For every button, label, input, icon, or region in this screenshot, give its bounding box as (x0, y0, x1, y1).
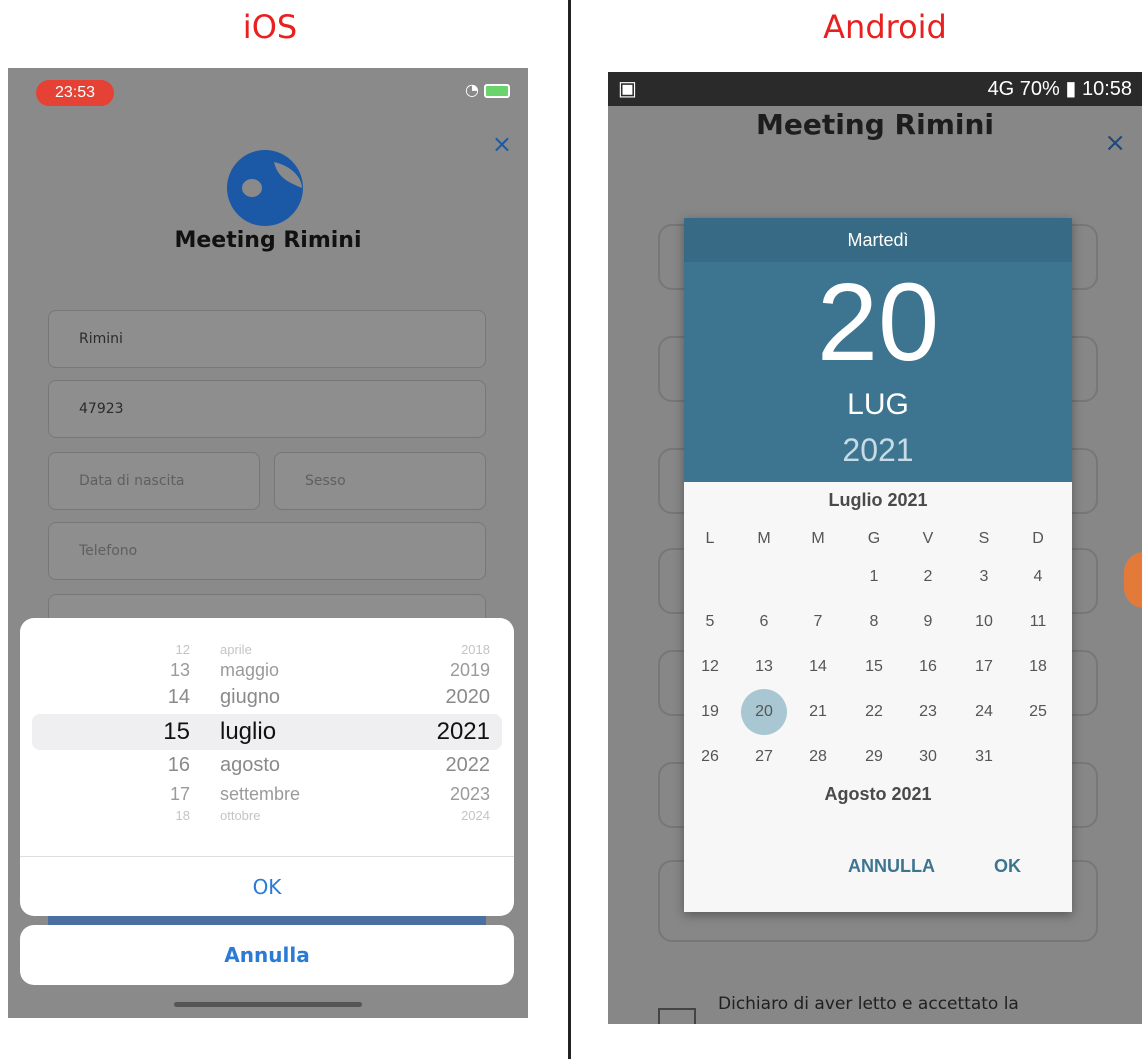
calendar-day[interactable]: 24 (960, 695, 1008, 729)
selected-year[interactable]: 2021 (684, 432, 1072, 469)
next-month-title: Agosto 2021 (824, 784, 932, 804)
close-icon[interactable]: × (1104, 128, 1126, 158)
picker-row-selected[interactable]: 15 luglio 2021 (20, 718, 514, 748)
calendar-day[interactable]: 29 (850, 740, 898, 774)
weekday-header: M (811, 530, 825, 547)
calendar-day[interactable]: 30 (904, 740, 952, 774)
floating-action-button[interactable] (1124, 552, 1142, 608)
calendar-day[interactable]: 1 (850, 560, 898, 594)
calendar-day[interactable]: 3 (960, 560, 1008, 594)
calendar-day[interactable]: 31 (960, 740, 1008, 774)
calendar-day[interactable]: 19 (686, 695, 734, 729)
wifi-icon: ◔ (464, 80, 479, 99)
calendar-day[interactable]: 6 (740, 605, 788, 639)
ios-column-title: iOS (242, 8, 298, 46)
close-icon[interactable]: × (492, 130, 512, 158)
calendar-day[interactable]: 12 (686, 650, 734, 684)
cancel-button[interactable]: ANNULLA (848, 856, 935, 877)
ok-button[interactable]: OK (994, 856, 1021, 877)
picker-row[interactable]: 14 giugno 2020 (20, 686, 514, 714)
calendar-day[interactable]: 2 (904, 560, 952, 594)
weekday-header: G (867, 530, 881, 547)
calendar-day[interactable]: 16 (904, 650, 952, 684)
ios-cancel-button[interactable]: Annulla (20, 925, 514, 985)
calendar-day[interactable]: 5 (686, 605, 734, 639)
weekday-header: L (705, 530, 715, 547)
phone-field[interactable]: Telefono (48, 522, 486, 580)
screen-record-icon: ▣ (618, 78, 637, 100)
android-screen: ▣ 4G 70% ▮ 10:58 Meeting Rimini × Dichia… (608, 72, 1142, 1024)
calendar-day[interactable]: 22 (850, 695, 898, 729)
weekday-label: Martedì (684, 218, 1072, 262)
home-indicator (174, 1002, 362, 1007)
calendar-day[interactable]: 23 (904, 695, 952, 729)
selected-month[interactable]: LUG (684, 388, 1072, 422)
ios-ok-button[interactable]: OK (20, 856, 514, 916)
calendar-day[interactable]: 17 (960, 650, 1008, 684)
weekday-header: V (922, 530, 934, 547)
calendar-day[interactable]: 21 (794, 695, 842, 729)
sex-field[interactable]: Sesso (274, 452, 486, 510)
android-column-title: Android (823, 8, 947, 46)
zip-field[interactable]: 47923 (48, 380, 486, 438)
month-title: Luglio 2021 (828, 490, 928, 510)
city-field[interactable]: Rimini (48, 310, 486, 368)
declaration-text: Dichiaro di aver letto e accettato la (718, 994, 1019, 1014)
calendar-day[interactable]: 28 (794, 740, 842, 774)
picker-row[interactable]: 17 settembre 2023 (20, 784, 514, 806)
calendar-day[interactable]: 7 (794, 605, 842, 639)
selected-day: 20 (816, 261, 940, 384)
calendar-day[interactable]: 8 (850, 605, 898, 639)
android-status-info: 4G 70% ▮ 10:58 (987, 78, 1132, 100)
android-brand-title: Meeting Rimini (755, 108, 994, 141)
calendar-day[interactable]: 10 (960, 605, 1008, 639)
date-picker-sheet: 12 aprile 2018 13 maggio 2019 14 giugno 2020 1… (20, 618, 514, 916)
ios-status-time: 23:53 (36, 80, 114, 106)
calendar-day[interactable]: 15 (850, 650, 898, 684)
calendar-day[interactable]: 13 (740, 650, 788, 684)
calendar-day[interactable]: 18 (1014, 650, 1062, 684)
picker-row[interactable]: 13 maggio 2019 (20, 660, 514, 684)
calendar-day[interactable]: 9 (904, 605, 952, 639)
meeting-logo-icon (227, 150, 303, 226)
weekday-header: M (757, 530, 771, 547)
calendar-day[interactable]: 27 (740, 740, 788, 774)
picker-row[interactable]: 16 agosto 2022 (20, 754, 514, 780)
android-status-bar: ▣ 4G 70% ▮ 10:58 (608, 72, 1142, 106)
ios-screen: 23:53 ◔ × Meeting Rimini Rimini 47923 Da… (8, 68, 528, 1018)
calendar-day[interactable]: 25 (1014, 695, 1062, 729)
weekday-header: D (1032, 530, 1044, 547)
ios-brand-title: Meeting Rimini (174, 228, 362, 253)
battery-icon (484, 83, 510, 98)
calendar-day[interactable]: 11 (1014, 605, 1062, 639)
calendar-day[interactable]: 14 (794, 650, 842, 684)
picker-row[interactable]: 12 aprile 2018 (20, 642, 514, 660)
dialog-header: Martedì 20 LUG 2021 (684, 218, 1072, 482)
calendar-day[interactable]: 26 (686, 740, 734, 774)
accept-checkbox[interactable] (658, 1008, 696, 1024)
weekday-header: S (978, 530, 990, 547)
picker-row[interactable]: 18 ottobre 2024 (20, 808, 514, 824)
ios-status-icons: ◔ (465, 80, 510, 99)
birthdate-field[interactable]: Data di nascita (48, 452, 260, 510)
calendar-day[interactable]: 20 (740, 695, 788, 729)
date-picker-dialog: Martedì 20 LUG 2021 Luglio 2021 LMMGVSD1… (684, 218, 1072, 912)
calendar-day[interactable]: 4 (1014, 560, 1062, 594)
column-divider (568, 0, 571, 1059)
